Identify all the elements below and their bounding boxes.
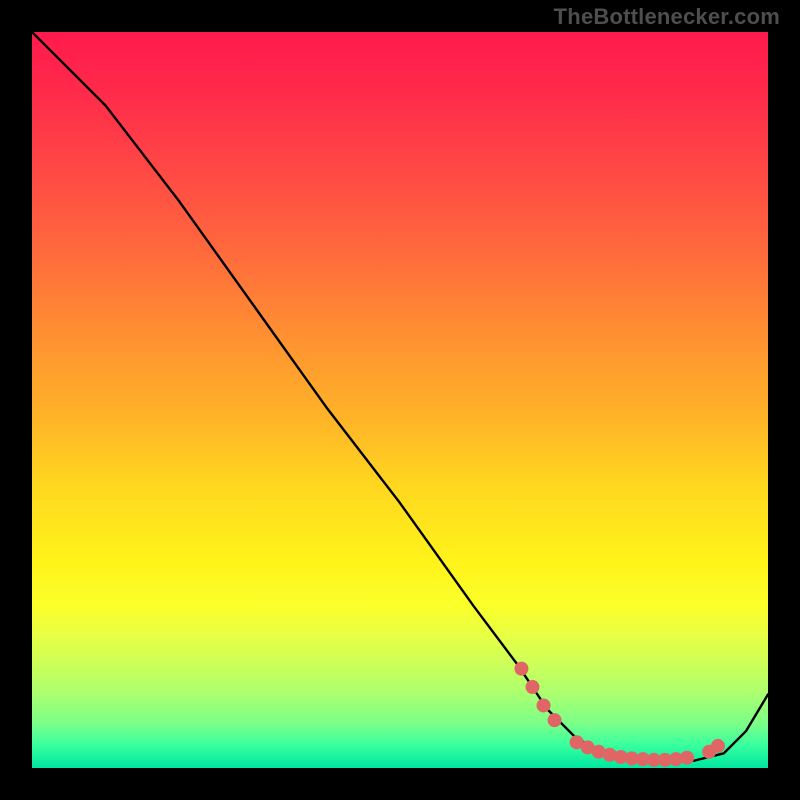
- chart-stage: TheBottlenecker.com: [0, 0, 800, 800]
- background-gradient: [32, 32, 768, 768]
- plot-area: [32, 32, 768, 768]
- watermark-text: TheBottlenecker.com: [554, 6, 780, 28]
